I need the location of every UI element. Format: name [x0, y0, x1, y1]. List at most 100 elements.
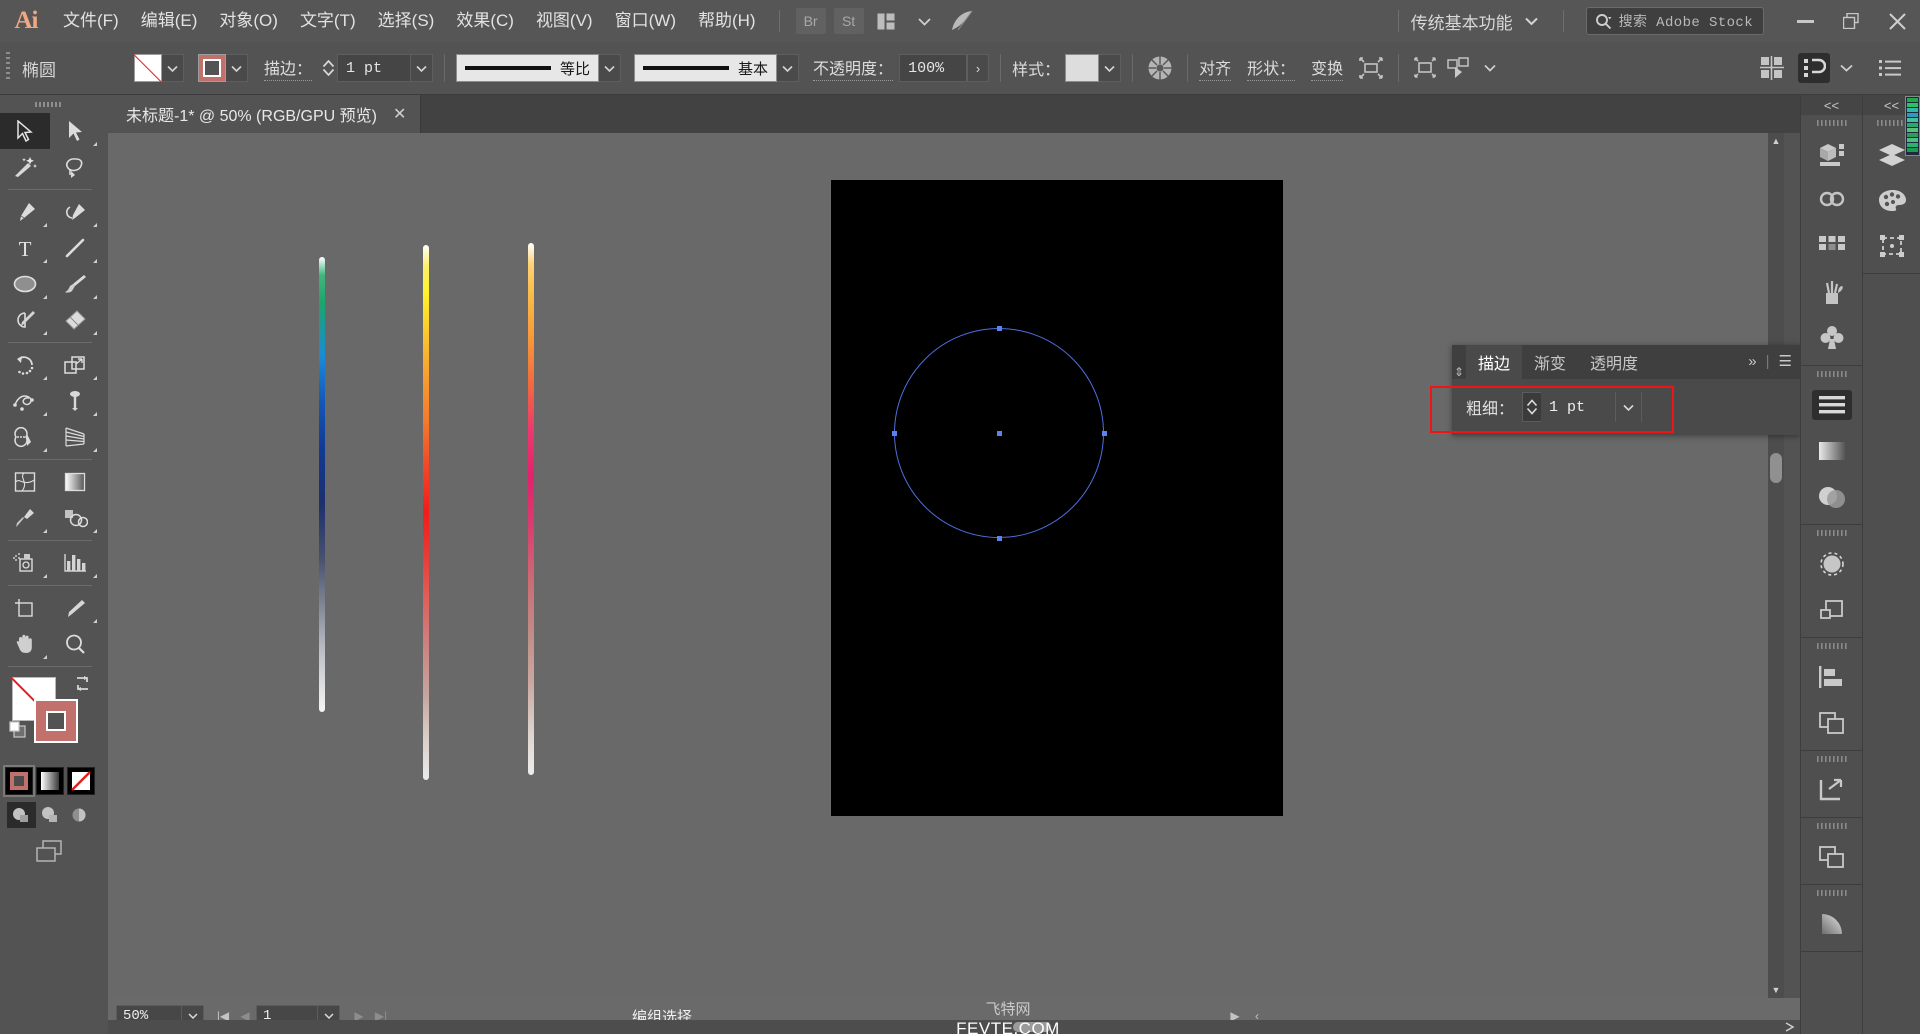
canvas-area[interactable]: ▲ ▼ — [108, 133, 1784, 998]
draw-behind-button[interactable] — [36, 802, 65, 828]
gradient-tool[interactable] — [50, 464, 100, 500]
chevron-down-icon[interactable] — [908, 7, 942, 35]
transform-button[interactable]: 变换 — [1311, 55, 1344, 81]
align-icon[interactable] — [1801, 654, 1862, 700]
shape-button[interactable]: 形状： — [1247, 55, 1296, 81]
selected-ellipse[interactable] — [891, 325, 1107, 541]
column-graph-tool[interactable] — [50, 545, 100, 581]
canvas-vertical-scrollbar[interactable]: ▲ ▼ — [1768, 133, 1784, 998]
stock-button[interactable]: St — [833, 8, 864, 34]
tools-panel-grip[interactable] — [0, 95, 100, 113]
scroll-up-arrow-icon[interactable]: ▲ — [1768, 133, 1784, 149]
transform-icon[interactable] — [1801, 767, 1862, 813]
eyedropper-tool[interactable] — [0, 500, 50, 536]
gradient-stroke-yellow-red[interactable] — [423, 245, 429, 780]
dock-group-3-grip[interactable] — [1801, 525, 1862, 541]
stroke-panel-icon[interactable] — [1801, 382, 1862, 428]
select-similar-chevron-down-icon[interactable] — [1474, 53, 1506, 83]
dock-group-6-grip[interactable] — [1801, 818, 1862, 834]
gradient-mesh-icon[interactable] — [1801, 901, 1862, 947]
brush-definition-box[interactable]: 基本 — [634, 54, 778, 82]
close-button[interactable] — [1874, 0, 1920, 42]
expand-panel-icon[interactable]: » — [1748, 353, 1756, 370]
anchor-left[interactable] — [891, 430, 897, 436]
stroke-weight-stepper[interactable] — [320, 54, 337, 82]
collapse-dock-a-icon[interactable]: << — [1801, 95, 1862, 115]
stroke-color-control[interactable] — [198, 54, 248, 82]
arrange-documents-button[interactable] — [870, 7, 904, 35]
draw-inside-button[interactable] — [65, 802, 94, 828]
tab-gradient[interactable]: 渐变 — [1522, 345, 1578, 379]
scroll-down-arrow-icon[interactable]: ▼ — [1768, 982, 1784, 998]
magic-wand-tool[interactable] — [0, 149, 50, 185]
hand-tool[interactable] — [0, 626, 50, 662]
brush-definition-control[interactable]: 基本 — [634, 54, 800, 82]
artboards-icon[interactable] — [1801, 834, 1862, 880]
bridge-button[interactable]: Br — [795, 8, 826, 34]
rotate-tool[interactable] — [0, 347, 50, 383]
graphic-style-swatch[interactable] — [1065, 54, 1100, 82]
gradient-mode-button[interactable] — [36, 767, 64, 795]
recolor-artwork-icon[interactable] — [1144, 53, 1176, 83]
home-screen-icon[interactable] — [946, 7, 980, 35]
dock-group-7-grip[interactable] — [1801, 885, 1862, 901]
graphic-style-chevron-down-icon[interactable] — [1099, 54, 1122, 82]
anchor-right[interactable] — [1101, 430, 1107, 436]
creative-cloud-icon[interactable] — [1801, 177, 1862, 223]
document-tab[interactable]: 未标题-1* @ 50% (RGB/GPU 预览) ✕ — [108, 95, 422, 133]
brush-definition-chevron-down-icon[interactable] — [777, 54, 800, 82]
eraser-tool[interactable] — [50, 302, 100, 338]
appearance-icon[interactable] — [1801, 541, 1862, 587]
stroke-dropdown-chevron-icon[interactable] — [226, 54, 248, 82]
stroke-weight-dropdown-chevron-icon[interactable] — [411, 54, 434, 82]
artboard-tool[interactable] — [0, 590, 50, 626]
isolate-group-icon[interactable] — [1410, 53, 1442, 83]
preferences-list-icon[interactable] — [1874, 53, 1906, 83]
pathfinder-icon[interactable] — [1801, 700, 1862, 746]
menu-edit[interactable]: 编辑(E) — [130, 0, 209, 42]
dock-group-2-grip[interactable] — [1801, 366, 1862, 382]
perspective-grid-tool[interactable] — [50, 419, 100, 455]
restore-button[interactable] — [1828, 0, 1874, 42]
change-screen-mode-button[interactable] — [0, 838, 100, 866]
variable-width-profile-control[interactable]: 等比 — [456, 54, 622, 82]
properties-icon[interactable] — [1863, 223, 1920, 269]
line-segment-tool[interactable] — [50, 230, 100, 266]
shape-builder-tool[interactable] — [0, 419, 50, 455]
distribute-spacing-icon[interactable] — [1756, 53, 1788, 83]
stroke-color-box[interactable] — [34, 699, 78, 743]
properties-panel-toggle-icon[interactable] — [1798, 53, 1830, 83]
color-icon[interactable] — [1863, 177, 1920, 223]
select-similar-icon[interactable] — [1442, 53, 1474, 83]
menu-effect[interactable]: 效果(C) — [445, 0, 525, 42]
properties-chevron-down-icon[interactable] — [1830, 53, 1862, 83]
gradient-stroke-green-blue[interactable] — [319, 257, 325, 712]
variable-width-chevron-down-icon[interactable] — [599, 54, 622, 82]
gradient-icon[interactable] — [1801, 428, 1862, 474]
stroke-weight-label[interactable]: 描边： — [264, 55, 313, 81]
selection-tool[interactable] — [0, 113, 50, 149]
paintbrush-tool[interactable] — [50, 266, 100, 302]
symbol-sprayer-tool[interactable] — [0, 545, 50, 581]
fill-swatch[interactable] — [134, 54, 162, 82]
dock-group-5-grip[interactable] — [1801, 751, 1862, 767]
none-mode-button[interactable] — [67, 767, 95, 795]
opacity-expand-arrow-icon[interactable]: › — [967, 54, 990, 82]
menu-view[interactable]: 视图(V) — [525, 0, 604, 42]
tab-transparency[interactable]: 透明度 — [1578, 345, 1650, 379]
workspace-chevron-down-icon[interactable] — [1515, 7, 1549, 35]
control-bar-grip[interactable] — [0, 42, 16, 95]
menu-type[interactable]: 文字(T) — [289, 0, 367, 42]
anchor-bottom[interactable] — [996, 535, 1002, 541]
dock-group-4-grip[interactable] — [1801, 638, 1862, 654]
search-input[interactable]: 搜索 Adobe Stock — [1585, 7, 1764, 35]
anchor-top[interactable] — [996, 325, 1002, 331]
swap-fill-stroke-icon[interactable] — [74, 675, 92, 693]
panel-dock-handle-icon[interactable]: ⇕ — [1452, 365, 1466, 379]
brushes-icon[interactable] — [1801, 269, 1862, 315]
variable-width-profile-box[interactable]: 等比 — [456, 54, 600, 82]
direct-selection-tool[interactable] — [50, 113, 100, 149]
menu-help[interactable]: 帮助(H) — [687, 0, 767, 42]
color-mode-button[interactable] — [3, 765, 35, 797]
align-button[interactable]: 对齐 — [1199, 55, 1232, 81]
